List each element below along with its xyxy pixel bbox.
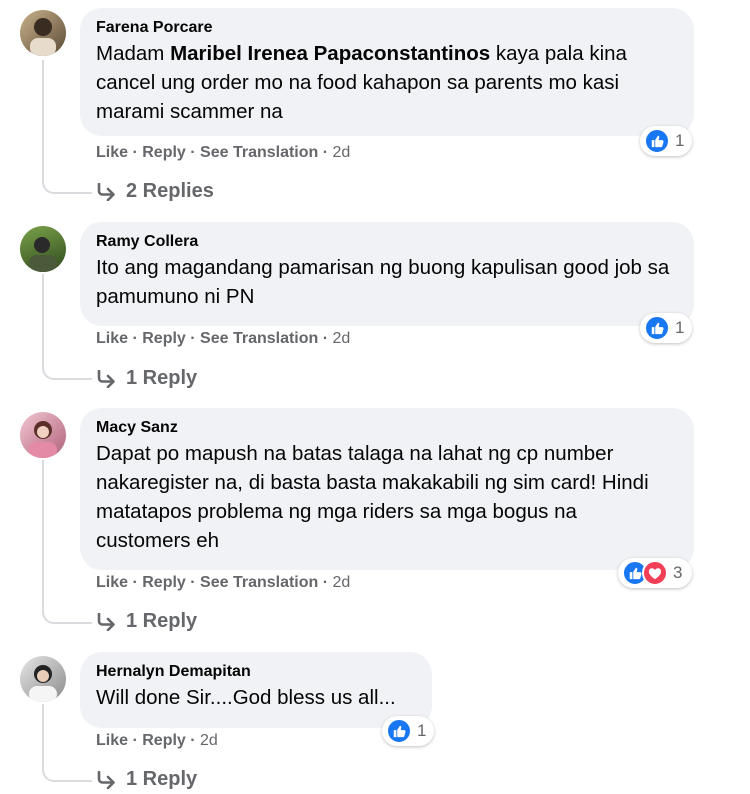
comment-bubble: Macy Sanz Dapat po mapush na batas talag… — [80, 408, 694, 570]
timestamp[interactable]: 2d — [333, 144, 351, 161]
comment-text: Dapat po mapush na batas talaga na lahat… — [96, 442, 655, 552]
view-replies-button[interactable]: 1 Reply — [96, 610, 197, 633]
view-replies-button[interactable]: 1 Reply — [96, 768, 197, 791]
thread-line — [42, 274, 44, 364]
view-replies-button[interactable]: 2 Replies — [96, 180, 214, 203]
thread-line — [42, 60, 44, 178]
comment-bubble: Hernalyn Demapitan Will done Sir....God … — [80, 652, 432, 728]
comment-actions: Like · Reply · 2d — [96, 732, 218, 749]
reaction-summary[interactable]: 1 — [382, 716, 434, 746]
comment-actions: Like · Reply · See Translation · 2d — [96, 330, 351, 347]
replies-label: 1 Reply — [126, 768, 198, 790]
reply-arrow-icon — [97, 770, 115, 789]
reply-arrow-icon — [97, 369, 115, 388]
replies-label: 1 Reply — [126, 610, 198, 632]
avatar[interactable] — [20, 412, 66, 458]
timestamp[interactable]: 2d — [333, 574, 351, 591]
comment-text: Madam Maribel Irenea Papaconstantinos ka… — [96, 39, 676, 126]
comment-text: Ito ang magandang pamarisan ng buong kap… — [96, 256, 675, 308]
mention-link[interactable]: Maribel Irenea Papaconstantinos — [170, 42, 490, 65]
comment-author[interactable]: Macy Sanz — [96, 417, 676, 439]
like-link[interactable]: Like — [96, 574, 128, 591]
replies-label: 1 Reply — [126, 367, 198, 389]
replies-label: 2 Replies — [126, 180, 214, 202]
reaction-count: 3 — [673, 563, 683, 582]
see-translation-link[interactable]: See Translation — [200, 330, 318, 347]
timestamp[interactable]: 2d — [200, 732, 218, 749]
like-link[interactable]: Like — [96, 732, 128, 749]
thumbs-up-icon — [386, 718, 412, 744]
thread-hook — [42, 608, 92, 624]
reply-arrow-icon — [97, 182, 115, 201]
reaction-count: 1 — [675, 318, 685, 337]
thread-line — [42, 460, 44, 608]
reaction-summary[interactable]: 1 — [640, 313, 692, 343]
timestamp[interactable]: 2d — [333, 330, 351, 347]
reaction-summary[interactable]: 1 — [640, 126, 692, 156]
comment-actions: Like · Reply · See Translation · 2d — [96, 574, 351, 591]
reaction-summary[interactable]: 3 — [618, 558, 692, 588]
heart-icon — [642, 560, 668, 586]
avatar[interactable] — [20, 10, 66, 56]
comment-author[interactable]: Farena Porcare — [96, 17, 676, 39]
avatar[interactable] — [20, 656, 66, 702]
reply-arrow-icon — [97, 612, 115, 631]
thread-line — [42, 704, 44, 766]
comment-bubble: Ramy Collera Ito ang magandang pamarisan… — [80, 222, 694, 326]
thumbs-up-icon — [644, 128, 670, 154]
like-link[interactable]: Like — [96, 144, 128, 161]
view-replies-button[interactable]: 1 Reply — [96, 367, 197, 390]
comment-author[interactable]: Hernalyn Demapitan — [96, 661, 414, 683]
comment-bubble: Farena Porcare Madam Maribel Irenea Papa… — [80, 8, 694, 136]
reaction-count: 1 — [675, 131, 685, 150]
thread-hook — [42, 766, 92, 782]
like-link[interactable]: Like — [96, 330, 128, 347]
reply-link[interactable]: Reply — [142, 144, 186, 161]
comment-text-before: Madam — [96, 42, 171, 65]
reply-link[interactable]: Reply — [142, 574, 186, 591]
reply-link[interactable]: Reply — [142, 732, 186, 749]
see-translation-link[interactable]: See Translation — [200, 574, 318, 591]
avatar[interactable] — [20, 226, 66, 272]
thumbs-up-icon — [644, 315, 670, 341]
reply-link[interactable]: Reply — [142, 330, 186, 347]
reaction-count: 1 — [417, 721, 427, 740]
comment-actions: Like · Reply · See Translation · 2d — [96, 144, 351, 161]
comment-author[interactable]: Ramy Collera — [96, 231, 676, 253]
thread-hook — [42, 364, 92, 380]
comment-text: Will done Sir....God bless us all... — [96, 686, 396, 709]
see-translation-link[interactable]: See Translation — [200, 144, 318, 161]
thread-hook — [42, 178, 92, 194]
